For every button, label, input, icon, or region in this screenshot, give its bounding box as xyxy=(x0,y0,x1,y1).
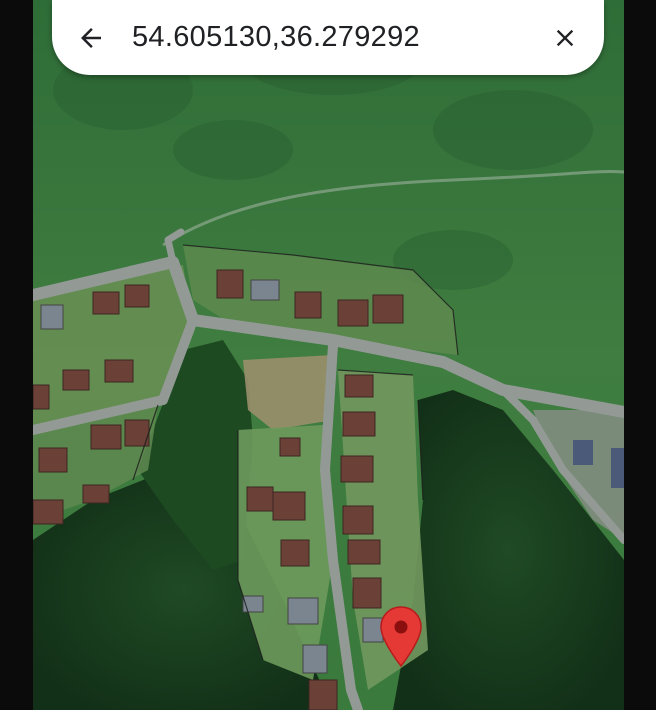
arrow-back-icon[interactable] xyxy=(74,21,108,55)
location-pin-icon[interactable] xyxy=(380,606,422,668)
satellite-map[interactable] xyxy=(33,0,624,710)
satellite-imagery xyxy=(33,0,624,710)
close-icon[interactable] xyxy=(548,21,582,55)
search-query-text[interactable]: 54.605130,36.279292 xyxy=(132,19,420,55)
search-bar[interactable]: 54.605130,36.279292 xyxy=(52,0,604,75)
